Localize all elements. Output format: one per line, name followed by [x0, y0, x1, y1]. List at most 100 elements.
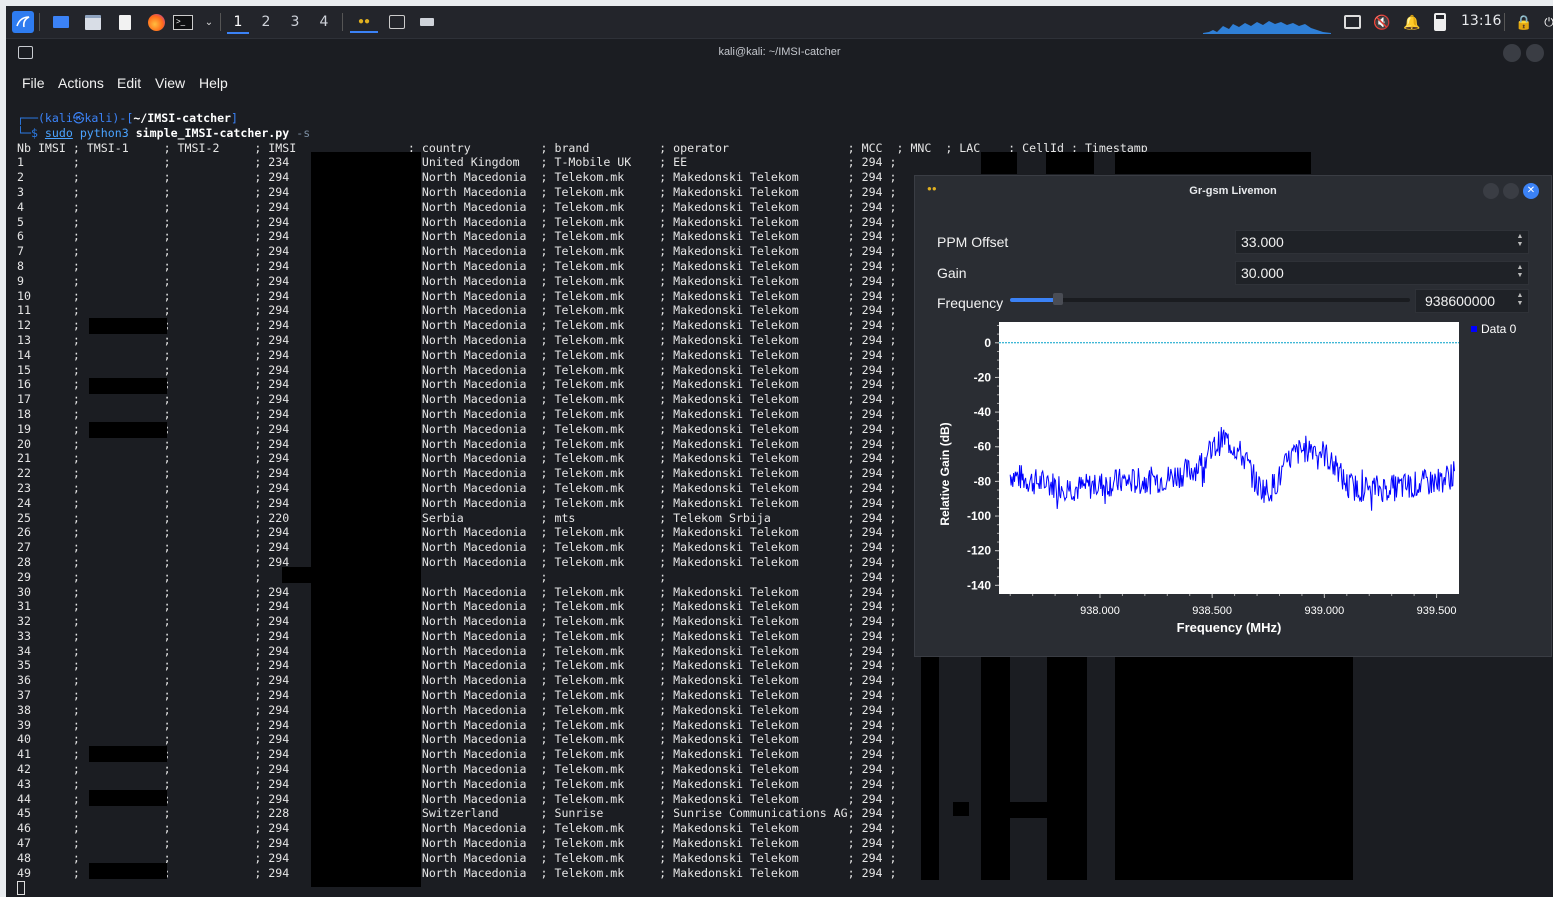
table-row: 1 ; ; ; 234 ; United Kingdom ; T-Mobile … — [17, 155, 897, 170]
table-row: 35 ; ; ; 294 ; North Macedonia ; Telekom… — [17, 658, 897, 673]
cmd-sudo: sudo — [44, 125, 73, 140]
table-row: 14 ; ; ; 294 ; North Macedonia ; Telekom… — [17, 347, 897, 362]
table-row: 7 ; ; ; 294 ; North Macedonia ; Telekom.… — [17, 244, 897, 259]
show-desktop-icon[interactable] — [50, 11, 72, 33]
y-tick-label: -120 — [967, 544, 991, 558]
livemon-window: ●● Gr-gsm Livemon ✕ PPM Offset 33.000 ▲ ▼… — [914, 175, 1552, 657]
file-manager-icon[interactable] — [82, 11, 104, 33]
workspace-1[interactable]: 1 — [227, 12, 249, 34]
redaction-mnc-45 — [953, 802, 969, 816]
redaction-timestamp — [1115, 654, 1353, 880]
workspace-3[interactable]: 3 — [284, 12, 306, 32]
redaction-lac — [981, 152, 1017, 174]
panel-separator — [1504, 13, 1505, 31]
y-axis-label: Relative Gain (dB) — [938, 422, 952, 525]
redaction-tmsi — [89, 746, 167, 762]
top-panel: >_ ⌄ 1 2 3 4 ●● 🔇 🔔 13:16 🔒 ⏻ — [6, 6, 1553, 39]
cmd-script: simple_IMSI-catcher.py — [135, 125, 290, 140]
screen: >_ ⌄ 1 2 3 4 ●● 🔇 🔔 13:16 🔒 ⏻ kali@kali:… — [6, 6, 1553, 897]
text-editor-icon[interactable] — [114, 11, 136, 33]
mute-icon[interactable]: 🔇 — [1371, 11, 1393, 33]
table-row: 20 ; ; ; 294 ; North Macedonia ; Telekom… — [17, 436, 897, 451]
prompt-user: (kali㉿kali)-[ — [37, 111, 134, 125]
table-row: 25 ; ; ; 220 ; Serbia ; mts ; Telekom Sr… — [17, 510, 897, 525]
prompt-path: ~/IMSI-catcher — [133, 111, 232, 125]
redaction-mnc — [921, 654, 939, 880]
table-row: 28 ; ; ; 294 ; North Macedonia ; Telekom… — [17, 554, 897, 569]
screen-icon[interactable] — [1341, 11, 1363, 33]
table-row: 3 ; ; ; 294 ; North Macedonia ; Telekom.… — [17, 184, 897, 199]
table-row: 13 ; ; ; 294 ; North Macedonia ; Telekom… — [17, 332, 897, 347]
table-row: 21 ; ; ; 294 ; North Macedonia ; Telekom… — [17, 451, 897, 466]
table-row: 38 ; ; ; 294 ; North Macedonia ; Telekom… — [17, 702, 897, 717]
terminal-cursor — [17, 880, 25, 895]
terminal-task-icon[interactable] — [386, 11, 408, 33]
redaction-imsi — [311, 152, 421, 887]
table-row: 33 ; ; ; 294 ; North Macedonia ; Telekom… — [17, 628, 897, 643]
table-row: 15 ; ; ; 294 ; North Macedonia ; Telekom… — [17, 362, 897, 377]
table-row: 30 ; ; ; 294 ; North Macedonia ; Telekom… — [17, 584, 897, 599]
y-tick-label: 0 — [984, 336, 991, 350]
panel-clock[interactable]: 13:16 — [1461, 13, 1501, 29]
menu-edit[interactable]: Edit — [117, 75, 141, 91]
legend-label[interactable]: Data 0 — [1481, 322, 1517, 336]
table-row: 23 ; ; ; 294 ; North Macedonia ; Telekom… — [17, 480, 897, 495]
table-row: 45 ; ; ; 228 ; Switzerland ; Sunrise ; S… — [17, 806, 897, 821]
panel-separator — [220, 13, 221, 31]
menu-view[interactable]: View — [155, 75, 185, 91]
power-icon[interactable]: ⏻ — [1538, 11, 1553, 33]
menu-help[interactable]: Help — [199, 75, 228, 91]
terminal-icon[interactable]: >_ — [172, 11, 194, 33]
y-tick-label: -20 — [974, 370, 992, 384]
table-row: 34 ; ; ; 294 ; North Macedonia ; Telekom… — [17, 643, 897, 658]
minimize-button[interactable] — [1503, 44, 1521, 62]
redaction-imsi-29 — [282, 567, 332, 583]
gain-chart: 0 -20 -40 -60 -80 -100 -120 -140 938.000 938.500 9… — [938, 322, 1517, 635]
livemon-task-icon[interactable]: ●● — [350, 11, 378, 33]
kali-menu-icon[interactable] — [12, 11, 34, 33]
table-row: 4 ; ; ; 294 ; North Macedonia ; Telekom.… — [17, 199, 897, 214]
terminal-menubar: File Actions Edit View Help — [6, 67, 1553, 97]
x-tick-label: 939.000 — [1304, 605, 1344, 617]
redaction-cellid — [1047, 654, 1087, 880]
prompt-close: ] — [231, 111, 239, 125]
table-row: 43 ; ; ; 294 ; North Macedonia ; Telekom… — [17, 776, 897, 791]
table-row: 46 ; ; ; 294 ; North Macedonia ; Telekom… — [17, 821, 897, 836]
redaction-tmsi — [89, 790, 167, 806]
y-tick-label: -80 — [974, 474, 992, 488]
x-axis-label: Frequency (MHz) — [1177, 620, 1282, 635]
terminal-titlebar[interactable]: kali@kali: ~/IMSI-catcher — [6, 39, 1553, 67]
y-tick-label: -100 — [967, 509, 991, 523]
table-row: 32 ; ; ; 294 ; North Macedonia ; Telekom… — [17, 614, 897, 629]
table-row: 29 ; ; ; ; ; ; ; 294 ; — [17, 569, 897, 584]
table-header: Nb IMSI ; TMSI-1 ; TMSI-2 ; IMSI ; count… — [17, 140, 1148, 155]
workspace-4[interactable]: 4 — [313, 12, 335, 32]
redaction-tmsi — [89, 422, 167, 438]
table-row: 5 ; ; ; 294 ; North Macedonia ; Telekom.… — [17, 214, 897, 229]
bell-icon[interactable]: 🔔 — [1401, 11, 1423, 33]
table-row: 27 ; ; ; 294 ; North Macedonia ; Telekom… — [17, 540, 897, 555]
table-row: 42 ; ; ; 294 ; North Macedonia ; Telekom… — [17, 762, 897, 777]
table-row: 39 ; ; ; 294 ; North Macedonia ; Telekom… — [17, 717, 897, 732]
panel-separator — [39, 13, 40, 31]
workspace-2[interactable]: 2 — [255, 12, 277, 32]
firefox-icon[interactable] — [145, 11, 167, 33]
table-row: 10 ; ; ; 294 ; North Macedonia ; Telekom… — [17, 288, 897, 303]
table-row: 17 ; ; ; 294 ; North Macedonia ; Telekom… — [17, 392, 897, 407]
table-row: 9 ; ; ; 294 ; North Macedonia ; Telekom.… — [17, 273, 897, 288]
menu-file[interactable]: File — [22, 75, 45, 91]
redaction-tmsi — [89, 318, 167, 334]
table-row: 26 ; ; ; 294 ; North Macedonia ; Telekom… — [17, 525, 897, 540]
lock-icon[interactable]: 🔒 — [1513, 11, 1535, 33]
panel-separator — [342, 13, 343, 31]
keyboard-icon[interactable] — [416, 11, 438, 33]
table-row: 11 ; ; ; 294 ; North Macedonia ; Telekom… — [17, 303, 897, 318]
table-row: 2 ; ; ; 294 ; North Macedonia ; Telekom.… — [17, 170, 897, 185]
battery-icon[interactable] — [1429, 11, 1451, 33]
terminal-title: kali@kali: ~/IMSI-catcher — [718, 46, 841, 58]
menu-actions[interactable]: Actions — [58, 75, 104, 91]
maximize-button[interactable] — [1526, 44, 1544, 62]
redaction-tmsi — [89, 863, 167, 879]
redaction-timestamp — [1115, 152, 1311, 174]
chevron-down-icon[interactable]: ⌄ — [198, 11, 220, 33]
